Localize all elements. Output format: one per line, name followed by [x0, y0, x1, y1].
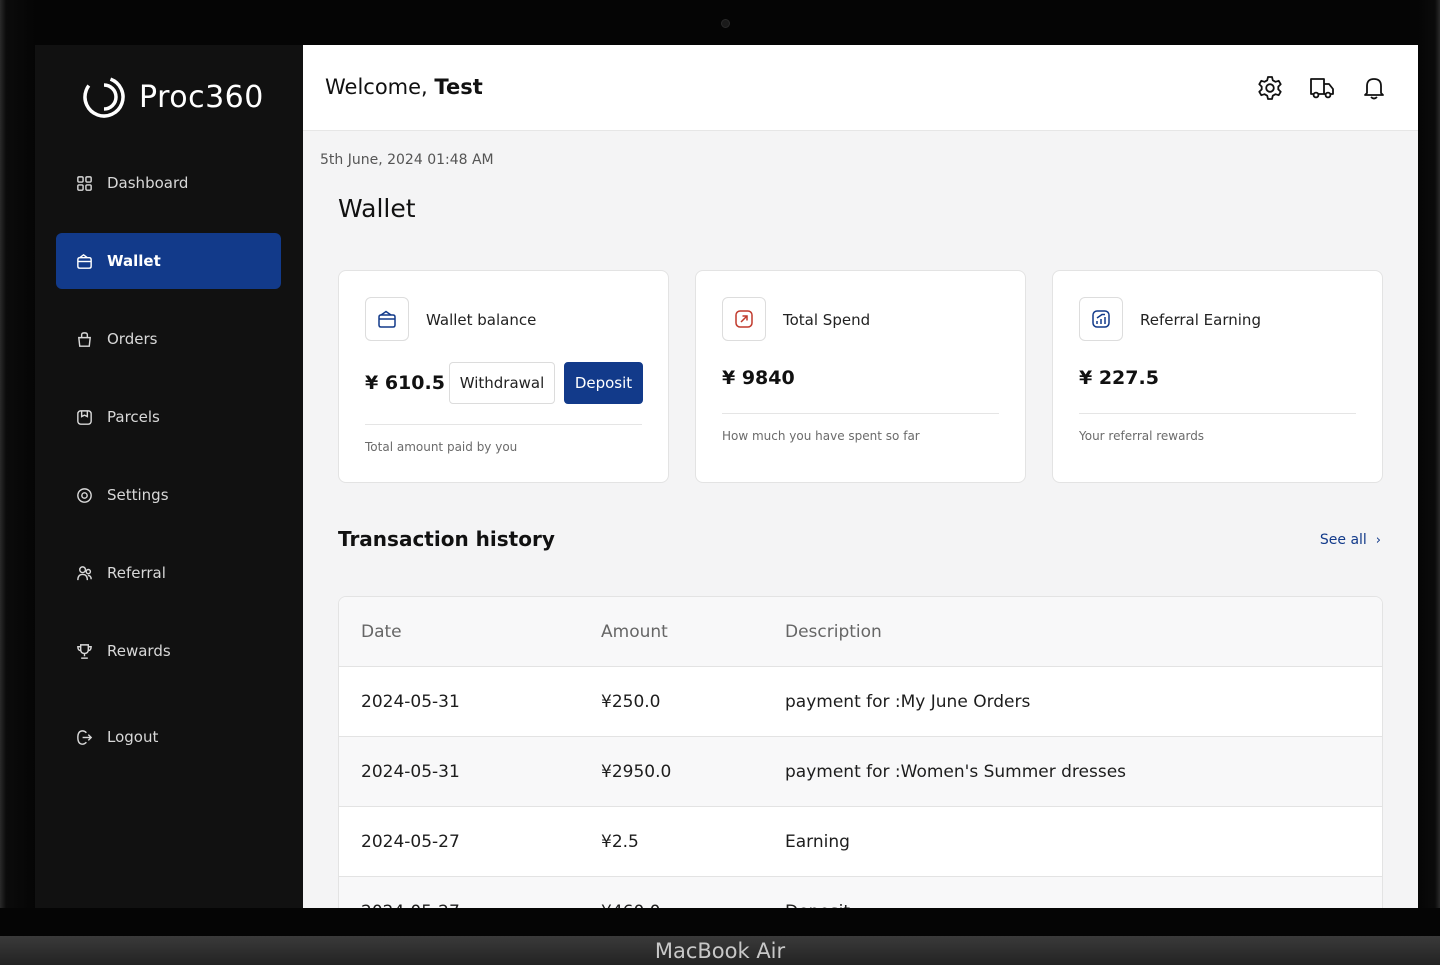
- wallet-icon: [378, 310, 396, 328]
- chevron-right-icon: ›: [1375, 532, 1381, 548]
- arrow-up-right-icon: [735, 310, 753, 328]
- wallet-icon: [74, 251, 94, 271]
- card-icon-box: [722, 297, 766, 341]
- cell-date: 2024-05-31: [361, 692, 460, 712]
- welcome-message: Welcome, Test: [325, 75, 483, 99]
- chart-growth-icon: [1092, 310, 1110, 328]
- sidebar-item-wallet[interactable]: Wallet: [56, 233, 281, 289]
- laptop-base: MacBook Air: [0, 936, 1440, 965]
- sidebar-item-label: Settings: [107, 486, 169, 504]
- sidebar-item-label: Dashboard: [107, 174, 189, 192]
- brand-logo[interactable]: Proc360: [82, 75, 264, 119]
- user-name: Test: [434, 75, 483, 99]
- cell-date: 2024-05-27: [361, 877, 460, 908]
- wallet-balance-value: ¥ 610.5: [365, 372, 445, 394]
- cell-description: Earning: [785, 832, 850, 852]
- withdrawal-button[interactable]: Withdrawal: [449, 362, 555, 404]
- top-bar: Welcome, Test: [303, 45, 1418, 131]
- sidebar-item-label: Parcels: [107, 408, 160, 426]
- card-divider: [1079, 413, 1356, 414]
- deposit-button[interactable]: Deposit: [564, 362, 643, 404]
- sidebar-item-logout[interactable]: Logout: [56, 709, 281, 765]
- referral-earning-value: ¥ 227.5: [1079, 367, 1159, 389]
- bell-icon[interactable]: [1360, 74, 1388, 102]
- laptop-bezel-top: [0, 0, 1440, 45]
- logout-icon: [74, 727, 94, 747]
- sidebar-item-rewards[interactable]: Rewards: [56, 623, 281, 679]
- card-title: Wallet balance: [426, 311, 537, 329]
- parcel-icon: [74, 407, 94, 427]
- table-row[interactable]: 2024-05-31 ¥250.0 payment for :My June O…: [339, 667, 1382, 737]
- gear-icon[interactable]: [1256, 74, 1284, 102]
- sidebar-item-label: Orders: [107, 330, 158, 348]
- transaction-history-title: Transaction history: [338, 527, 555, 551]
- sidebar-item-label: Rewards: [107, 642, 171, 660]
- card-note: Your referral rewards: [1079, 429, 1205, 443]
- device-label: MacBook Air: [654, 938, 786, 963]
- sidebar-item-orders[interactable]: Orders: [56, 311, 281, 367]
- wallet-balance-card: Wallet balance ¥ 610.5 Withdrawal Deposi…: [338, 270, 669, 483]
- laptop-bezel-right: [1418, 0, 1440, 965]
- table-row[interactable]: 2024-05-31 ¥2950.0 payment for :Women's …: [339, 737, 1382, 807]
- page-title: Wallet: [338, 194, 416, 223]
- card-title: Total Spend: [783, 311, 871, 329]
- card-title: Referral Earning: [1140, 311, 1261, 329]
- card-icon-box: [365, 297, 409, 341]
- see-all-link[interactable]: See all ›: [1320, 532, 1381, 548]
- cell-description: payment for :Women's Summer dresses: [785, 762, 1127, 782]
- app-screen: Proc360 Dashboard Wallet Orders Parcels: [35, 45, 1418, 908]
- total-spend-card: Total Spend ¥ 9840 How much you have spe…: [695, 270, 1026, 483]
- cell-amount: ¥460.0: [601, 877, 660, 908]
- settings-icon: [74, 485, 94, 505]
- laptop-bezel-bottom: [0, 908, 1440, 936]
- referral-earning-card: Referral Earning ¥ 227.5 Your referral r…: [1052, 270, 1383, 483]
- main-content: 5th June, 2024 01:48 AM Wallet Wallet ba…: [303, 132, 1418, 908]
- camera-icon: [721, 19, 730, 28]
- cell-description: Deposit: [785, 877, 850, 908]
- sidebar-item-settings[interactable]: Settings: [56, 467, 281, 523]
- see-all-label: See all: [1319, 532, 1367, 548]
- table-header-row: Date Amount Description: [339, 597, 1382, 667]
- bag-icon: [74, 329, 94, 349]
- cell-description: payment for :My June Orders: [785, 692, 1031, 712]
- sidebar-item-label: Logout: [107, 728, 159, 746]
- cell-date: 2024-05-31: [361, 762, 460, 782]
- users-icon: [74, 563, 94, 583]
- sidebar-item-parcels[interactable]: Parcels: [56, 389, 281, 445]
- column-header-date: Date: [361, 622, 402, 642]
- sidebar-item-label: Referral: [107, 564, 166, 582]
- cell-amount: ¥2.5: [601, 832, 639, 852]
- cell-amount: ¥250.0: [601, 692, 661, 712]
- sidebar-item-label: Wallet: [107, 252, 161, 270]
- table-row[interactable]: 2024-05-27 ¥2.5 Earning: [339, 807, 1382, 877]
- truck-icon[interactable]: [1308, 74, 1336, 102]
- sidebar-item-referral[interactable]: Referral: [56, 545, 281, 601]
- current-datetime: 5th June, 2024 01:48 AM: [320, 152, 494, 168]
- grid-icon: [74, 173, 94, 193]
- brand-name: Proc360: [139, 79, 264, 115]
- cell-date: 2024-05-27: [361, 832, 460, 852]
- table-row[interactable]: 2024-05-27 ¥460.0 Deposit: [339, 877, 1382, 908]
- cell-amount: ¥2950.0: [601, 762, 672, 782]
- sidebar: Proc360 Dashboard Wallet Orders Parcels: [35, 45, 303, 908]
- card-note: How much you have spent so far: [722, 429, 920, 443]
- card-divider: [365, 424, 642, 425]
- trophy-icon: [74, 641, 94, 661]
- sidebar-item-dashboard[interactable]: Dashboard: [56, 155, 281, 211]
- column-header-description: Description: [785, 622, 882, 642]
- card-note: Total amount paid by you: [365, 440, 518, 454]
- welcome-prefix: Welcome,: [325, 75, 428, 99]
- column-header-amount: Amount: [601, 622, 668, 642]
- laptop-bezel-left: [0, 0, 35, 965]
- card-icon-box: [1079, 297, 1123, 341]
- transaction-table: Date Amount Description 2024-05-31 ¥250.…: [338, 596, 1383, 908]
- card-divider: [722, 413, 999, 414]
- logo-mark-icon: [83, 76, 125, 118]
- total-spend-value: ¥ 9840: [722, 367, 795, 389]
